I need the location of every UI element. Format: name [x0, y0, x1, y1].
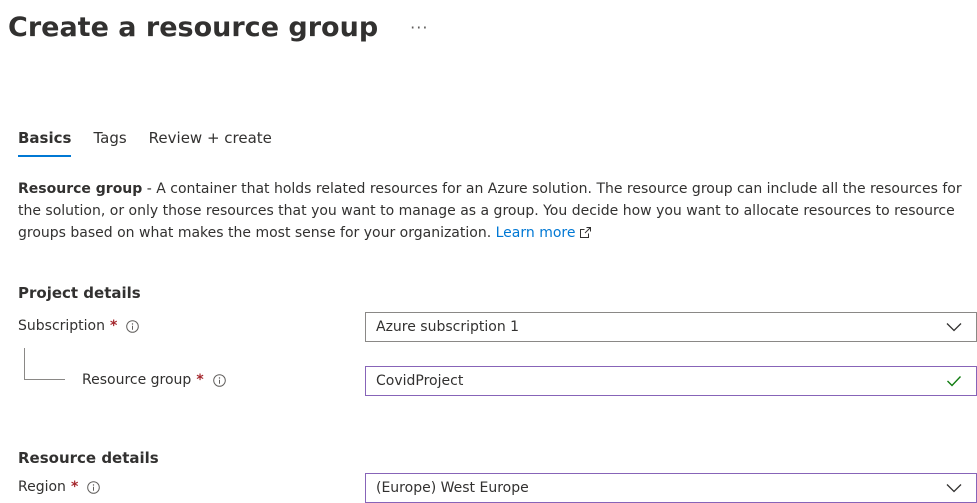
subscription-label: Subscription * [18, 318, 140, 334]
external-link-icon [579, 224, 592, 246]
region-dropdown[interactable]: (Europe) West Europe [365, 473, 977, 503]
tab-bar: Basics Tags Review + create [18, 126, 294, 157]
description-term: Resource group [18, 181, 143, 197]
resource-details-heading: Resource details [18, 449, 159, 467]
required-mark: * [110, 318, 118, 334]
region-label-text: Region [18, 479, 66, 495]
resource-group-label-text: Resource group [82, 372, 192, 388]
subscription-dropdown[interactable]: Azure subscription 1 [365, 312, 977, 342]
info-circle-icon[interactable] [212, 373, 226, 387]
info-circle-icon[interactable] [126, 319, 140, 333]
resource-group-value: CovidProject [376, 373, 464, 389]
chevron-down-icon [946, 483, 976, 493]
tab-review-create[interactable]: Review + create [149, 126, 272, 157]
subscription-value: Azure subscription 1 [376, 319, 520, 335]
checkmark-icon [946, 375, 976, 387]
description-text: - A container that holds related resourc… [18, 181, 962, 241]
chevron-down-icon [946, 322, 976, 332]
subscription-label-text: Subscription [18, 318, 105, 334]
more-options-button[interactable]: ··· [410, 18, 428, 37]
project-details-heading: Project details [18, 284, 141, 302]
region-value: (Europe) West Europe [376, 480, 529, 496]
tab-tags[interactable]: Tags [93, 126, 126, 157]
info-circle-icon[interactable] [87, 480, 101, 494]
required-mark: * [196, 372, 204, 388]
region-label: Region * [18, 479, 101, 495]
resource-group-label: Resource group * [82, 372, 226, 388]
resource-group-description: Resource group - A container that holds … [18, 178, 973, 246]
page-title: Create a resource group [8, 11, 379, 43]
required-mark: * [70, 479, 79, 495]
learn-more-link[interactable]: Learn more [496, 225, 576, 241]
page-header: Create a resource group ··· [8, 5, 428, 49]
tab-basics[interactable]: Basics [18, 126, 72, 157]
hierarchy-connector [24, 348, 65, 380]
resource-group-input[interactable]: CovidProject [365, 366, 977, 396]
create-resource-group-page: Create a resource group ··· Basics Tags … [0, 0, 977, 503]
